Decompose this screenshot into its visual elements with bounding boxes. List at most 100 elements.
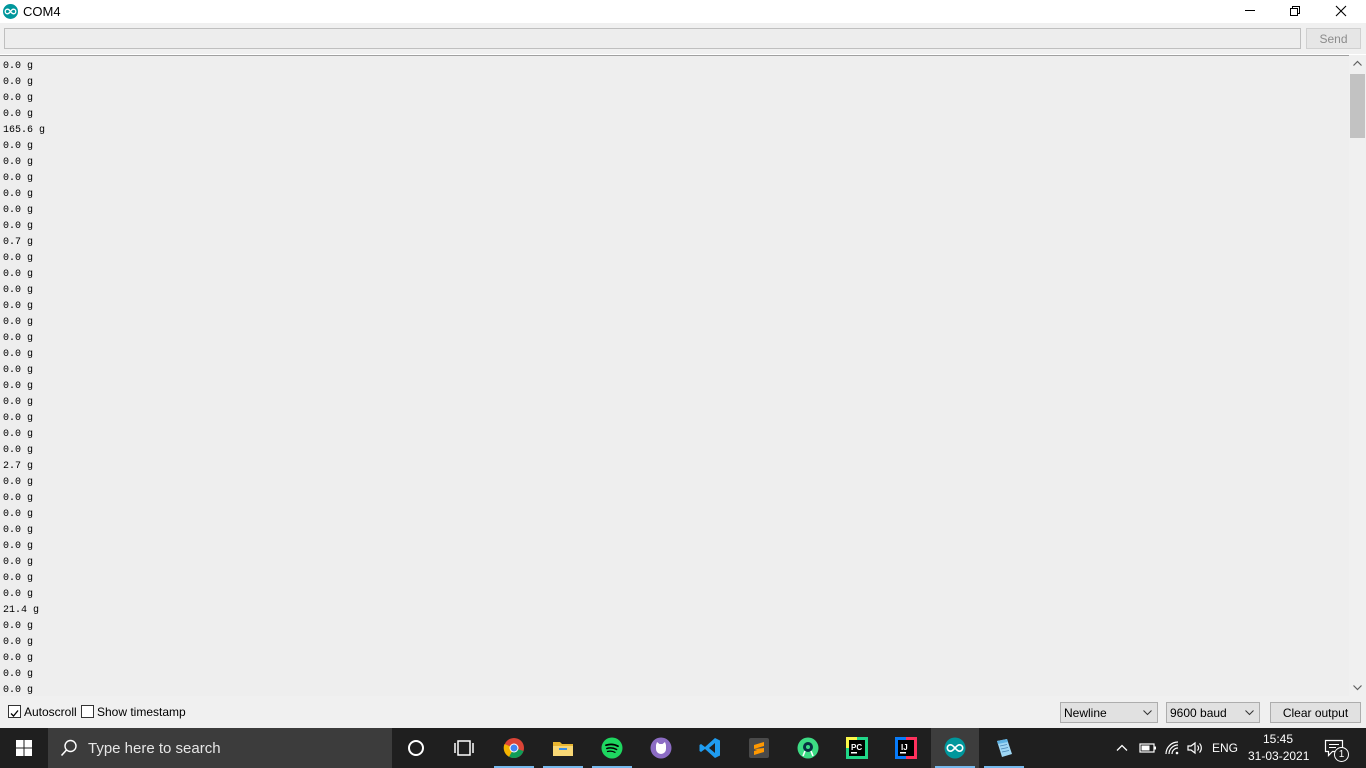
serial-output-line: 0.0 g — [3, 77, 34, 88]
line-ending-select[interactable]: Newline — [1060, 702, 1158, 723]
close-button[interactable] — [1318, 0, 1364, 23]
serial-output-line: 0.0 g — [3, 333, 34, 344]
serial-output-line: 0.0 g — [3, 413, 34, 424]
serial-output-line: 21.4 g — [3, 605, 40, 616]
serial-output-line: 0.0 g — [3, 173, 34, 184]
serial-output-line: 0.0 g — [3, 61, 34, 72]
title-bar: COM4 — [0, 0, 1366, 23]
serial-output-line: 0.0 g — [3, 93, 34, 104]
svg-text:PC: PC — [851, 743, 862, 752]
show-timestamp-label: Show timestamp — [97, 705, 186, 719]
scroll-thumb[interactable] — [1350, 74, 1365, 138]
serial-monitor-window: COM4 Send 0.0 g 0.0 g 0.0 g 0.0 g 165.6 g 0.0… — [0, 0, 1366, 768]
windows-taskbar: Type here to search PC IJ ENG 15:45 31-0… — [0, 728, 1366, 768]
pycharm-taskbar-button[interactable]: PC — [833, 728, 881, 768]
line-ending-value: Newline — [1064, 706, 1107, 720]
cortana-icon — [408, 740, 424, 756]
spotify-icon — [601, 737, 623, 759]
clock-time[interactable]: 15:45 — [1263, 732, 1293, 746]
arduino-icon — [944, 737, 966, 759]
notification-count-badge: 1 — [1334, 747, 1349, 762]
serial-output-area[interactable]: 0.0 g 0.0 g 0.0 g 0.0 g 165.6 g 0.0 g 0.0 g 0.0… — [0, 55, 1349, 696]
intellij-taskbar-button[interactable]: IJ — [882, 728, 930, 768]
minimize-icon — [1245, 10, 1255, 11]
autoscroll-checkbox[interactable] — [8, 705, 21, 718]
clock-date[interactable]: 31-03-2021 — [1248, 749, 1309, 763]
serial-output-line: 0.0 g — [3, 269, 34, 280]
serial-output-line: 0.0 g — [3, 589, 34, 600]
notepad-taskbar-button[interactable] — [980, 728, 1028, 768]
sublime-text-icon — [749, 738, 769, 758]
show-timestamp-checkbox[interactable] — [81, 705, 94, 718]
sublime-text-taskbar-button[interactable] — [735, 728, 783, 768]
serial-output-line: 0.0 g — [3, 253, 34, 264]
serial-output-line: 0.0 g — [3, 397, 34, 408]
serial-output-line: 0.0 g — [3, 141, 34, 152]
serial-output-line: 0.0 g — [3, 429, 34, 440]
serial-output-line: 0.0 g — [3, 669, 34, 680]
search-placeholder: Type here to search — [88, 740, 221, 757]
scroll-down-icon[interactable] — [1349, 679, 1366, 696]
github-desktop-icon — [650, 737, 672, 759]
intellij-icon: IJ — [895, 737, 917, 759]
android-studio-icon — [797, 737, 819, 759]
minimize-button[interactable] — [1227, 0, 1273, 23]
input-language[interactable]: ENG — [1212, 741, 1238, 755]
checkmark-icon — [10, 710, 19, 717]
spotify-taskbar-button[interactable] — [588, 728, 636, 768]
show-hidden-icons-icon[interactable] — [1115, 741, 1129, 755]
search-icon — [60, 739, 77, 757]
file-explorer-taskbar-button[interactable] — [539, 728, 587, 768]
serial-output-line: 0.0 g — [3, 317, 34, 328]
restore-icon — [1290, 6, 1300, 16]
serial-output-line: 0.0 g — [3, 445, 34, 456]
vscode-taskbar-button[interactable] — [686, 728, 734, 768]
chevron-down-icon — [1143, 710, 1152, 716]
file-explorer-icon — [553, 742, 573, 756]
chrome-taskbar-button[interactable] — [490, 728, 538, 768]
start-button[interactable] — [0, 728, 48, 768]
restore-button[interactable] — [1272, 0, 1318, 23]
serial-output-line: 0.0 g — [3, 557, 34, 568]
serial-output-line: 0.0 g — [3, 109, 34, 120]
arduino-taskbar-button[interactable] — [931, 728, 979, 768]
serial-output-line: 0.0 g — [3, 621, 34, 632]
serial-output-line: 0.0 g — [3, 189, 34, 200]
wifi-icon[interactable] — [1164, 740, 1180, 756]
baud-rate-value: 9600 baud — [1170, 706, 1227, 720]
action-center-button[interactable]: 1 — [1318, 728, 1366, 768]
notepad-icon — [997, 739, 1012, 757]
send-button[interactable]: Send — [1306, 28, 1361, 49]
battery-icon[interactable] — [1139, 741, 1157, 755]
clear-output-button[interactable]: Clear output — [1270, 702, 1361, 723]
bottom-controls: Autoscroll Show timestamp Newline 9600 b… — [0, 696, 1366, 728]
serial-output-line: 0.0 g — [3, 685, 34, 696]
task-view-icon — [454, 740, 474, 756]
github-desktop-taskbar-button[interactable] — [637, 728, 685, 768]
cortana-button[interactable] — [392, 728, 440, 768]
serial-output-line: 0.0 g — [3, 285, 34, 296]
vertical-scrollbar[interactable] — [1349, 55, 1366, 696]
serial-output-line: 0.0 g — [3, 301, 34, 312]
baud-rate-select[interactable]: 9600 baud — [1166, 702, 1260, 723]
volume-icon[interactable] — [1186, 740, 1204, 756]
serial-output-line: 0.0 g — [3, 493, 34, 504]
arduino-icon — [3, 4, 18, 19]
serial-input[interactable] — [4, 28, 1301, 49]
scroll-up-icon[interactable] — [1349, 55, 1366, 72]
serial-output-line: 0.7 g — [3, 237, 34, 248]
serial-output-line: 0.0 g — [3, 349, 34, 360]
serial-output-line: 0.0 g — [3, 157, 34, 168]
serial-output-line: 0.0 g — [3, 541, 34, 552]
serial-output-line: 0.0 g — [3, 637, 34, 648]
task-view-button[interactable] — [440, 728, 488, 768]
serial-output-line: 0.0 g — [3, 205, 34, 216]
chevron-down-icon — [1245, 710, 1254, 716]
serial-output-line: 0.0 g — [3, 525, 34, 536]
serial-output-line: 0.0 g — [3, 509, 34, 520]
serial-output-line: 0.0 g — [3, 381, 34, 392]
serial-output-line: 0.0 g — [3, 653, 34, 664]
serial-output-line: 0.0 g — [3, 573, 34, 584]
taskbar-search-box[interactable]: Type here to search — [48, 728, 392, 768]
android-studio-taskbar-button[interactable] — [784, 728, 832, 768]
